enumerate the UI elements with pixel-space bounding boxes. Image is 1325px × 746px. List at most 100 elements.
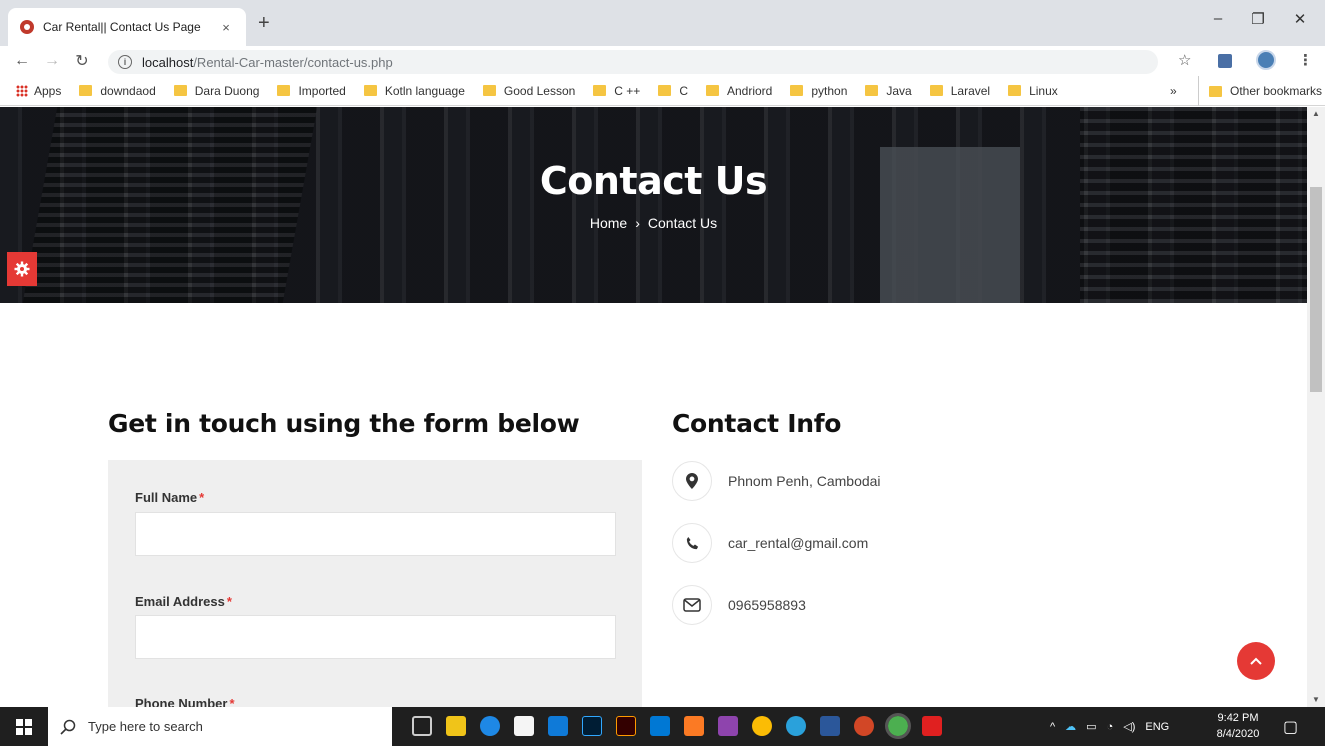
bookmark-folder[interactable]: Kotln language xyxy=(363,84,465,98)
contact-email[interactable]: car_rental@gmail.com xyxy=(728,535,868,551)
system-tray: ^ ☁ ▭ ◔ ◁) ENG xyxy=(1050,707,1169,746)
chrome-active-icon[interactable] xyxy=(885,713,911,739)
mail-icon[interactable] xyxy=(548,716,568,736)
scroll-up-arrow-icon[interactable]: ▲ xyxy=(1307,109,1325,118)
tray-expand-icon[interactable]: ^ xyxy=(1050,721,1055,733)
bookmark-folder[interactable]: Linux xyxy=(1008,84,1058,98)
bookmark-folder[interactable]: Andriord xyxy=(705,84,772,98)
envelope-icon xyxy=(672,585,712,625)
bookmark-star-icon[interactable]: ☆ xyxy=(1178,51,1191,69)
bookmark-label: Apps xyxy=(34,83,62,98)
email-field[interactable] xyxy=(135,615,616,659)
full-name-field[interactable] xyxy=(135,512,616,556)
bookmark-folder[interactable]: Java xyxy=(865,83,912,98)
bookmark-apps[interactable]: Apps xyxy=(16,84,61,98)
bookmark-folder[interactable]: python xyxy=(790,84,847,98)
breadcrumb: Home › Contact Us xyxy=(0,215,1307,231)
contact-phone-row: 0965958893 xyxy=(672,585,806,625)
page-hero-banner: Contact Us Home › Contact Us xyxy=(0,107,1307,303)
page-scrollbar[interactable]: ▲ ▼ xyxy=(1307,107,1325,707)
folder-icon xyxy=(363,85,377,96)
taskbar-clock[interactable]: 9:42 PM 8/4/2020 xyxy=(1208,710,1268,742)
bookmark-folder[interactable]: downdaod xyxy=(79,84,156,98)
bookmark-folder[interactable]: C xyxy=(658,84,688,98)
bookmark-label: Dara Duong xyxy=(194,83,260,98)
required-mark: * xyxy=(229,696,235,707)
gear-icon xyxy=(14,261,30,277)
browser-tab-active[interactable]: Car Rental|| Contact Us Page × xyxy=(8,8,246,46)
file-explorer-icon[interactable] xyxy=(446,716,466,736)
bookmark-folder[interactable]: Laravel xyxy=(929,83,991,98)
xampp-icon[interactable] xyxy=(684,716,704,736)
bookmark-label: C ++ xyxy=(614,83,641,98)
edge-browser-icon[interactable] xyxy=(480,716,500,736)
bookmarks-bar: Apps downdaod Dara Duong Imported Kotln … xyxy=(0,76,1325,106)
folder-icon xyxy=(79,85,93,96)
word-icon[interactable] xyxy=(820,716,840,736)
search-icon xyxy=(60,719,76,735)
reload-icon[interactable]: ↻ xyxy=(70,51,94,71)
bookmark-label: python xyxy=(811,83,848,98)
vscode-icon[interactable] xyxy=(650,716,670,736)
contact-email-row: car_rental@gmail.com xyxy=(672,523,868,563)
new-tab-button[interactable]: + xyxy=(258,12,270,35)
folder-icon xyxy=(865,85,879,96)
window-minimize-button[interactable]: – xyxy=(1198,10,1238,27)
store-icon[interactable] xyxy=(514,716,534,736)
volume-icon[interactable]: ◁) xyxy=(1123,720,1135,733)
window-maximize-button[interactable]: ❐ xyxy=(1238,10,1278,28)
scroll-to-top-button[interactable] xyxy=(1237,642,1275,680)
windows-start-button[interactable] xyxy=(0,707,48,746)
acrobat-icon[interactable] xyxy=(922,716,942,736)
label-text: Email Address xyxy=(135,594,225,609)
contact-form: Full Name * Email Address * Phone Number * xyxy=(108,460,642,707)
hero-building-shape xyxy=(22,107,318,303)
breadcrumb-home-link[interactable]: Home xyxy=(590,215,627,231)
bookmark-other-folder[interactable]: Other bookmarks xyxy=(1198,76,1322,106)
phpstorm-icon[interactable] xyxy=(718,716,738,736)
browser-menu-icon[interactable]: ⋮ xyxy=(1298,51,1313,69)
task-view-icon[interactable] xyxy=(412,716,432,736)
url-path: /Rental-Car-master/contact-us.php xyxy=(193,54,393,70)
label-text: Full Name xyxy=(135,490,198,505)
scrollbar-thumb[interactable] xyxy=(1310,187,1322,392)
settings-toggle-button[interactable] xyxy=(7,252,37,286)
page-title: Contact Us xyxy=(539,159,768,203)
forward-arrow-icon[interactable]: → xyxy=(40,52,64,70)
profile-avatar-icon[interactable] xyxy=(1256,50,1276,70)
breadcrumb-current: Contact Us xyxy=(647,215,718,231)
taskbar-search-box[interactable]: Type here to search xyxy=(48,707,392,746)
battery-icon[interactable]: ▭ xyxy=(1086,720,1096,733)
language-indicator[interactable]: ENG xyxy=(1145,721,1169,733)
wifi-icon[interactable]: ◔ xyxy=(1107,721,1114,733)
address-bar[interactable]: i localhost/Rental-Car-master/contact-us… xyxy=(108,50,1158,74)
window-close-button[interactable]: ✕ xyxy=(1280,10,1320,28)
telegram-icon[interactable] xyxy=(786,716,806,736)
extension-icon[interactable] xyxy=(1218,54,1232,68)
bookmark-folder[interactable]: Good Lesson xyxy=(482,84,575,98)
folder-icon xyxy=(277,85,291,96)
onedrive-icon[interactable]: ☁ xyxy=(1065,720,1076,733)
photoshop-icon[interactable] xyxy=(582,716,602,736)
contact-address-row: Phnom Penh, Cambodai xyxy=(672,461,881,501)
contact-phone[interactable]: 0965958893 xyxy=(728,597,806,613)
bookmarks-overflow-button[interactable]: » xyxy=(1170,76,1177,106)
phone-icon xyxy=(672,523,712,563)
bookmark-folder[interactable]: Dara Duong xyxy=(173,83,260,98)
tab-close-icon[interactable]: × xyxy=(218,20,234,35)
powerpoint-icon[interactable] xyxy=(854,716,874,736)
bookmark-folder[interactable]: C ++ xyxy=(593,84,640,98)
label-text: Phone Number xyxy=(135,696,228,707)
illustrator-icon[interactable] xyxy=(616,716,636,736)
bookmark-label: Other bookmarks xyxy=(1230,84,1323,98)
notifications-icon[interactable]: ▢ xyxy=(1283,707,1298,746)
scroll-down-arrow-icon[interactable]: ▼ xyxy=(1307,695,1325,704)
contact-address: Phnom Penh, Cambodai xyxy=(728,473,881,489)
site-info-icon[interactable]: i xyxy=(118,55,132,69)
chrome-icon[interactable] xyxy=(752,716,772,736)
back-arrow-icon[interactable]: ← xyxy=(10,52,34,70)
bookmark-label: Java xyxy=(886,83,912,98)
bookmark-folder[interactable]: Imported xyxy=(277,84,346,98)
folder-icon xyxy=(790,85,804,96)
bookmark-label: Laravel xyxy=(950,83,991,98)
